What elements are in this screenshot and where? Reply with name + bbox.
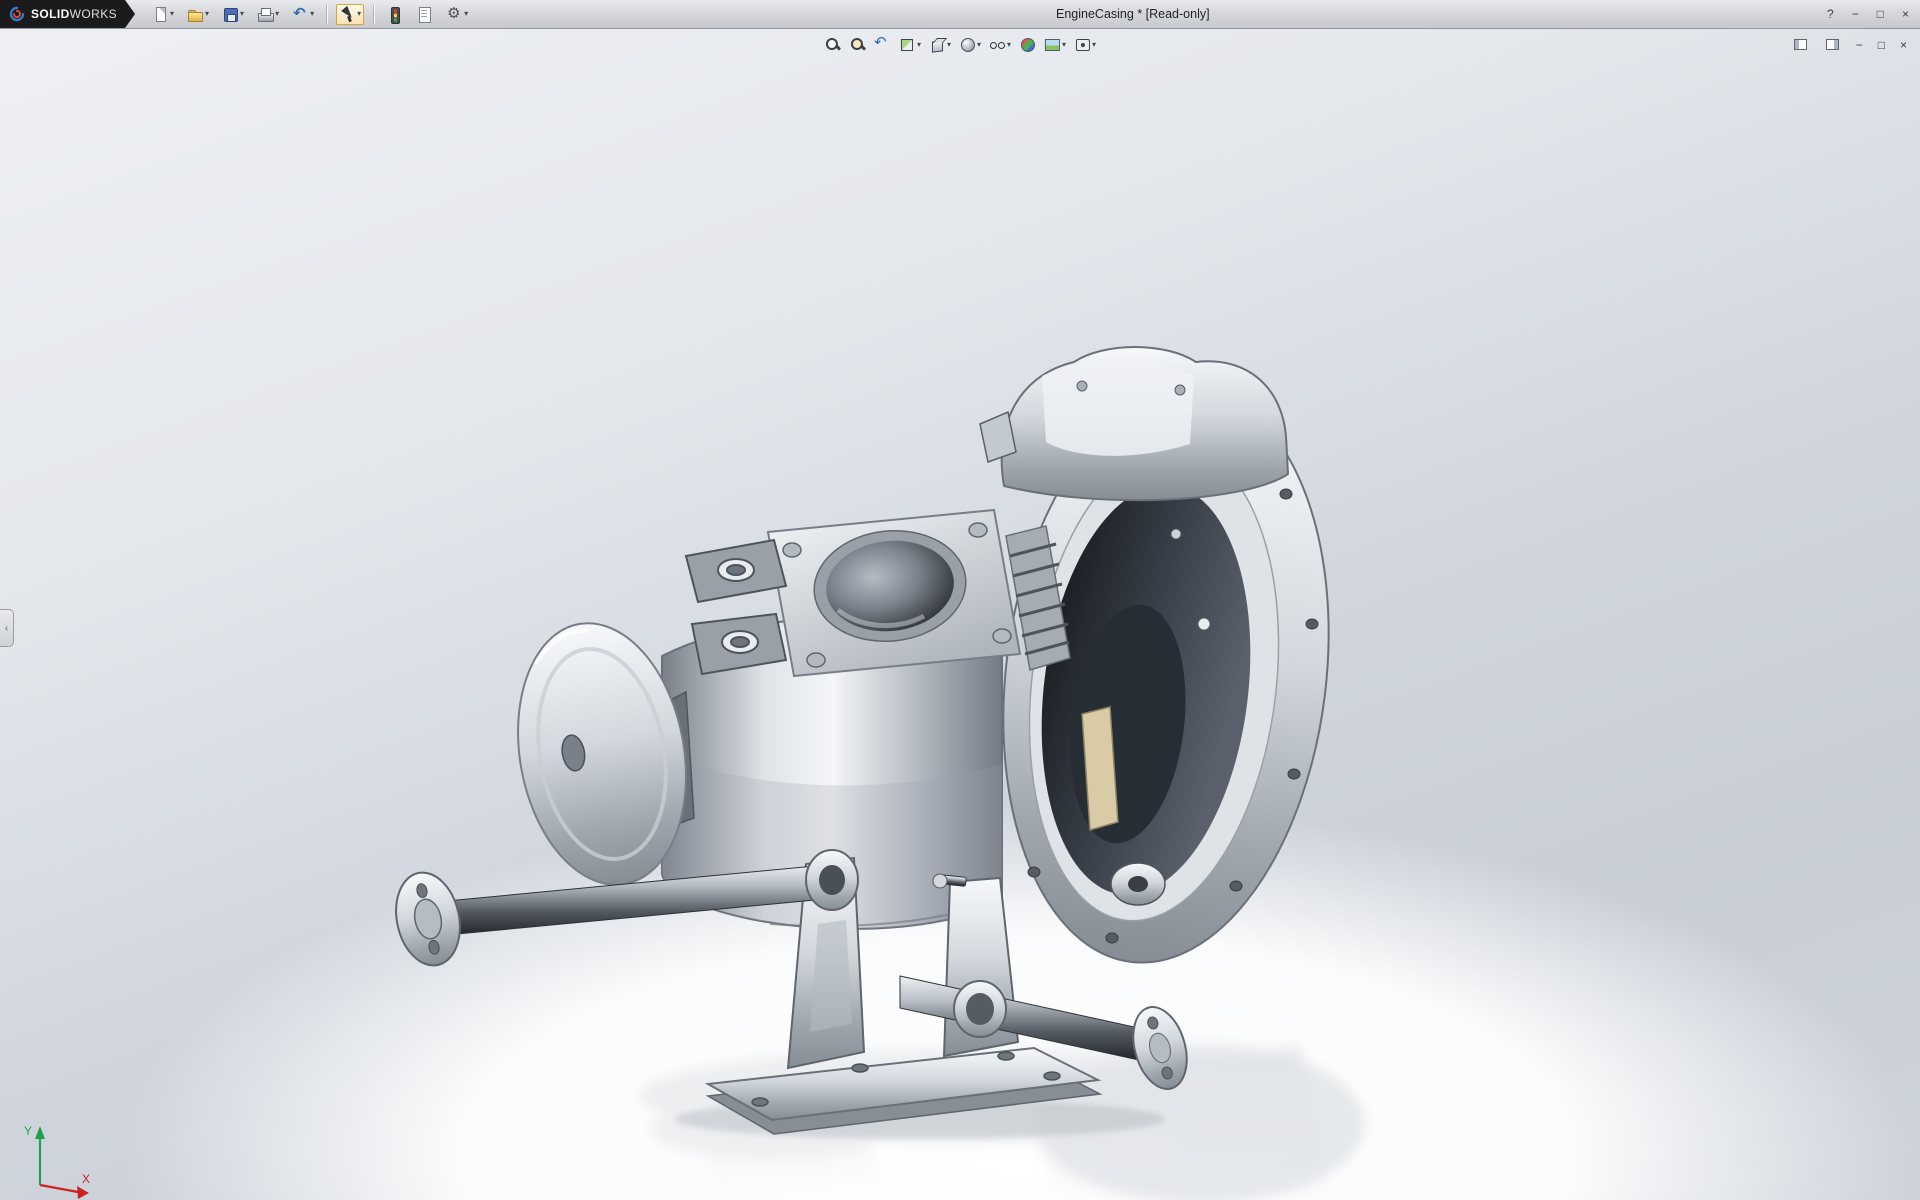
doc-close-button[interactable]: ×: [1897, 37, 1910, 53]
section-view-dropdown[interactable]: ▾: [917, 41, 921, 49]
model-carb-flange[interactable]: [768, 510, 1020, 676]
triad-x-label: X: [82, 1172, 90, 1186]
triad-y-label: Y: [24, 1124, 32, 1138]
select-button[interactable]: ▾: [336, 4, 364, 25]
toolbar-separator: [373, 5, 374, 24]
model-engine-casing[interactable]: [340, 324, 1405, 1200]
doc-sheet-icon: [416, 6, 433, 23]
traffic-light-icon: [386, 6, 403, 23]
view-cube-icon: [929, 36, 946, 53]
restore-icon: □: [1877, 8, 1884, 20]
collapsed-panel-tab[interactable]: ‹: [0, 609, 14, 647]
triad-x-axis: [40, 1185, 78, 1192]
open-document-button[interactable]: ▾: [184, 4, 212, 25]
hide-show-items-button[interactable]: ▾: [986, 34, 1014, 55]
solidworks-logo: SOLIDWORKS: [0, 0, 135, 28]
doc-restore-icon: □: [1878, 39, 1885, 51]
graphics-area[interactable]: ▾ ▾ ▾ ▾ ▾ ▾ − □ × ‹: [0, 29, 1920, 1200]
triad-y-arrow: [35, 1126, 45, 1139]
zoom-to-fit-button[interactable]: [821, 34, 844, 55]
close-button[interactable]: ×: [1899, 6, 1912, 22]
view-settings-icon: [1074, 36, 1091, 53]
section-view-button[interactable]: ▾: [896, 34, 924, 55]
view-settings-button[interactable]: ▾: [1071, 34, 1099, 55]
options-dropdown[interactable]: ▾: [464, 10, 468, 18]
save-dropdown[interactable]: ▾: [240, 10, 244, 18]
select-dropdown[interactable]: ▾: [357, 10, 361, 18]
display-style-dropdown[interactable]: ▾: [977, 41, 981, 49]
glasses-icon: [989, 36, 1006, 53]
new-document-dropdown[interactable]: ▾: [170, 10, 174, 18]
model-top-cover[interactable]: [980, 347, 1288, 500]
close-icon: ×: [1902, 8, 1909, 20]
zoom-area-icon: [849, 36, 866, 53]
view-orientation-dropdown[interactable]: ▾: [947, 41, 951, 49]
help-icon: ?: [1827, 8, 1834, 20]
brand-text-solid: SOLID: [31, 7, 70, 21]
restore-button[interactable]: □: [1874, 6, 1887, 22]
folder-icon: [187, 6, 204, 23]
doc-close-icon: ×: [1900, 39, 1907, 51]
model-bearing-boss-rear[interactable]: [954, 981, 1006, 1037]
headsup-toolbar: ▾ ▾ ▾ ▾ ▾ ▾: [821, 34, 1099, 55]
orientation-triad: Y X: [18, 1121, 102, 1200]
save-button[interactable]: ▾: [219, 4, 247, 25]
apply-scene-button[interactable]: ▾: [1041, 34, 1069, 55]
new-doc-icon: [152, 6, 169, 23]
scene-icon: [1044, 36, 1061, 53]
new-document-button[interactable]: ▾: [149, 4, 177, 25]
window-title: EngineCasing * [Read-only]: [1056, 7, 1210, 21]
apply-scene-dropdown[interactable]: ▾: [1062, 41, 1066, 49]
view-settings-dropdown[interactable]: ▾: [1092, 41, 1096, 49]
display-style-button[interactable]: ▾: [956, 34, 984, 55]
zoom-to-area-button[interactable]: [846, 34, 869, 55]
toggle-split-pane-button[interactable]: [1821, 34, 1844, 55]
undo-dropdown[interactable]: ▾: [310, 10, 314, 18]
doc-minimize-button[interactable]: −: [1853, 37, 1866, 53]
previous-view-button[interactable]: [871, 34, 894, 55]
window-controls: ? − □ ×: [1824, 0, 1912, 28]
pane-left-icon: [1792, 36, 1809, 53]
doc-minimize-icon: −: [1856, 39, 1863, 51]
doc-restore-button[interactable]: □: [1875, 37, 1888, 53]
undo-arrow-icon: [292, 6, 309, 23]
model-bearing-boss-front[interactable]: [806, 850, 858, 910]
appearance-ball-icon: [1019, 36, 1036, 53]
floppy-icon: [222, 6, 239, 23]
print-button[interactable]: ▾: [254, 4, 282, 25]
gear-icon: [446, 6, 463, 23]
cursor-icon: [339, 6, 356, 23]
brand-text: SOLIDWORKS: [31, 7, 117, 21]
undo-button[interactable]: ▾: [289, 4, 317, 25]
rebuild-button[interactable]: [383, 4, 406, 25]
file-properties-button[interactable]: [413, 4, 436, 25]
edit-appearance-button[interactable]: [1016, 34, 1039, 55]
doc-controls: − □ ×: [1789, 34, 1910, 55]
titlebar[interactable]: SOLIDWORKS ▾ ▾ ▾ ▾ ▾ ▾ ▾ EngineCasing * [Read-…: [0, 0, 1920, 29]
minimize-icon: −: [1852, 8, 1859, 20]
hide-show-items-dropdown[interactable]: ▾: [1007, 41, 1011, 49]
prev-view-icon: [874, 36, 891, 53]
toolbar-separator: [326, 5, 327, 24]
view-orientation-button[interactable]: ▾: [926, 34, 954, 55]
restore-pane-layout-button[interactable]: [1789, 34, 1812, 55]
options-button[interactable]: ▾: [443, 4, 471, 25]
pane-right-icon: [1824, 36, 1841, 53]
brand-text-works: WORKS: [70, 7, 117, 21]
model-mount-lugs[interactable]: [686, 540, 786, 674]
zoom-fit-icon: [824, 36, 841, 53]
main-toolbar: ▾ ▾ ▾ ▾ ▾ ▾ ▾: [149, 4, 471, 25]
triad-x-arrow: [77, 1186, 89, 1199]
open-document-dropdown[interactable]: ▾: [205, 10, 209, 18]
minimize-button[interactable]: −: [1849, 6, 1862, 22]
display-style-icon: [959, 36, 976, 53]
section-icon: [899, 36, 916, 53]
printer-icon: [257, 6, 274, 23]
print-dropdown[interactable]: ▾: [275, 10, 279, 18]
dassault-logo-icon: [9, 6, 25, 22]
help-button[interactable]: ?: [1824, 6, 1837, 22]
